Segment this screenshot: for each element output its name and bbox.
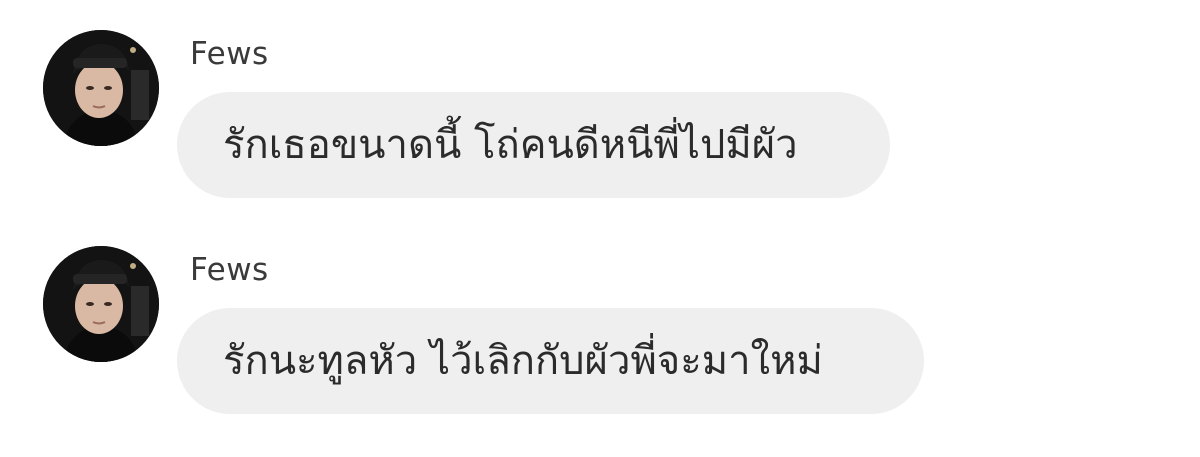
message-bubble[interactable]: รักนะทูลหัว ไว้เลิกกับผัวพี่จะมาใหม่ <box>177 308 924 414</box>
message-bubble[interactable]: รักเธอขนาดนี้ โถ่คนดีหนีพี่ไปมีผัว <box>177 92 890 198</box>
avatar[interactable] <box>43 246 159 362</box>
sender-name: Fews <box>190 36 269 72</box>
message-text: รักเธอขนาดนี้ โถ่คนดีหนีพี่ไปมีผัว <box>223 122 798 168</box>
profile-photo-icon <box>43 246 159 362</box>
avatar[interactable] <box>43 30 159 146</box>
message-text: รักนะทูลหัว ไว้เลิกกับผัวพี่จะมาใหม่ <box>223 338 823 384</box>
sender-name: Fews <box>190 252 269 288</box>
profile-photo-icon <box>43 30 159 146</box>
